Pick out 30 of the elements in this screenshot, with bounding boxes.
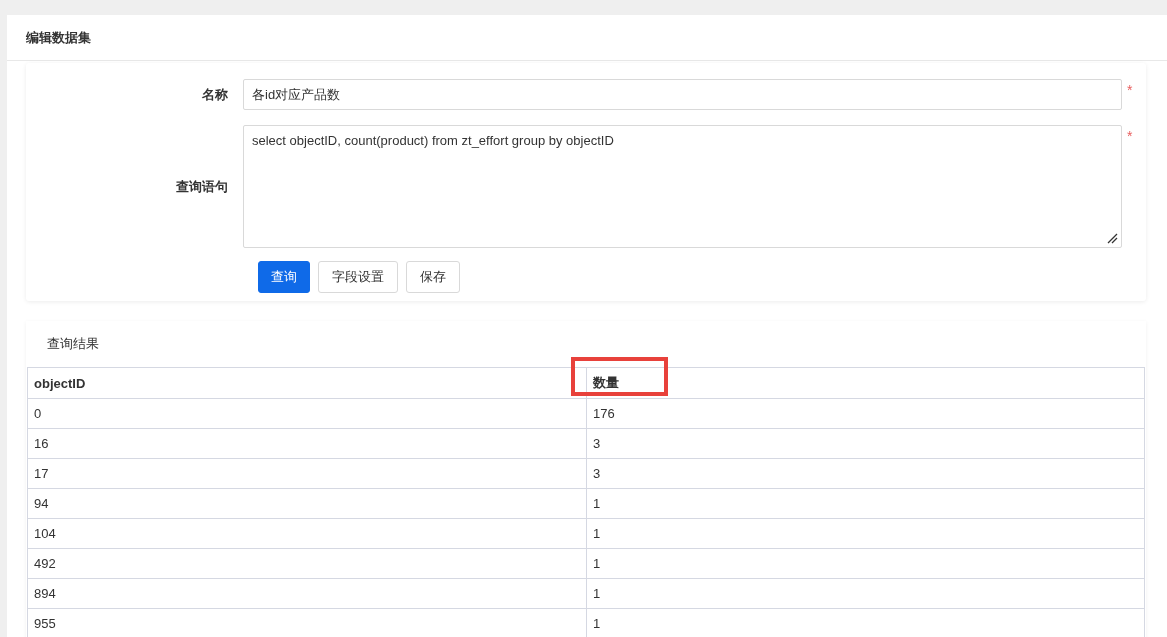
field-label: 名称 xyxy=(201,86,229,104)
query-textarea[interactable]: select objectID, count(product) from zt_effort group by objectID xyxy=(243,125,1122,248)
table-cell: 955 xyxy=(27,608,587,637)
table-cell: 16 xyxy=(27,428,587,459)
resize-grip-icon[interactable] xyxy=(1107,233,1118,244)
table-cell: 3 xyxy=(586,458,1145,489)
page-title: 编辑数据集 xyxy=(26,28,91,47)
table-cell: 104 xyxy=(27,518,587,549)
query-text: select objectID, count(product) from zt_effort group by objectID xyxy=(252,133,614,148)
action-button[interactable]: 保存 xyxy=(406,261,460,293)
table-cell: 1 xyxy=(586,548,1145,579)
column-header: 数量 xyxy=(593,375,619,390)
name-input[interactable]: 各id对应产品数 xyxy=(243,79,1122,110)
table-cell: 94 xyxy=(27,488,587,519)
table-cell: 894 xyxy=(27,578,587,609)
table-cell: 17 xyxy=(27,458,587,489)
results-title: 查询结果 xyxy=(47,335,99,353)
table-cell: 0 xyxy=(27,398,587,429)
action-button[interactable]: 字段设置 xyxy=(318,261,398,293)
required-asterisk: * xyxy=(1127,81,1133,100)
action-button[interactable]: 查询 xyxy=(258,261,310,293)
table-cell: 1 xyxy=(586,488,1145,519)
column-header: objectID xyxy=(34,375,86,391)
required-asterisk: * xyxy=(1127,127,1133,146)
field-label: 查询语句 xyxy=(175,177,229,196)
table-cell: 3 xyxy=(586,428,1145,459)
table-cell: 1 xyxy=(586,578,1145,609)
table-cell: 176 xyxy=(586,398,1145,429)
table-cell: 492 xyxy=(27,548,587,579)
table-cell: 1 xyxy=(586,518,1145,549)
